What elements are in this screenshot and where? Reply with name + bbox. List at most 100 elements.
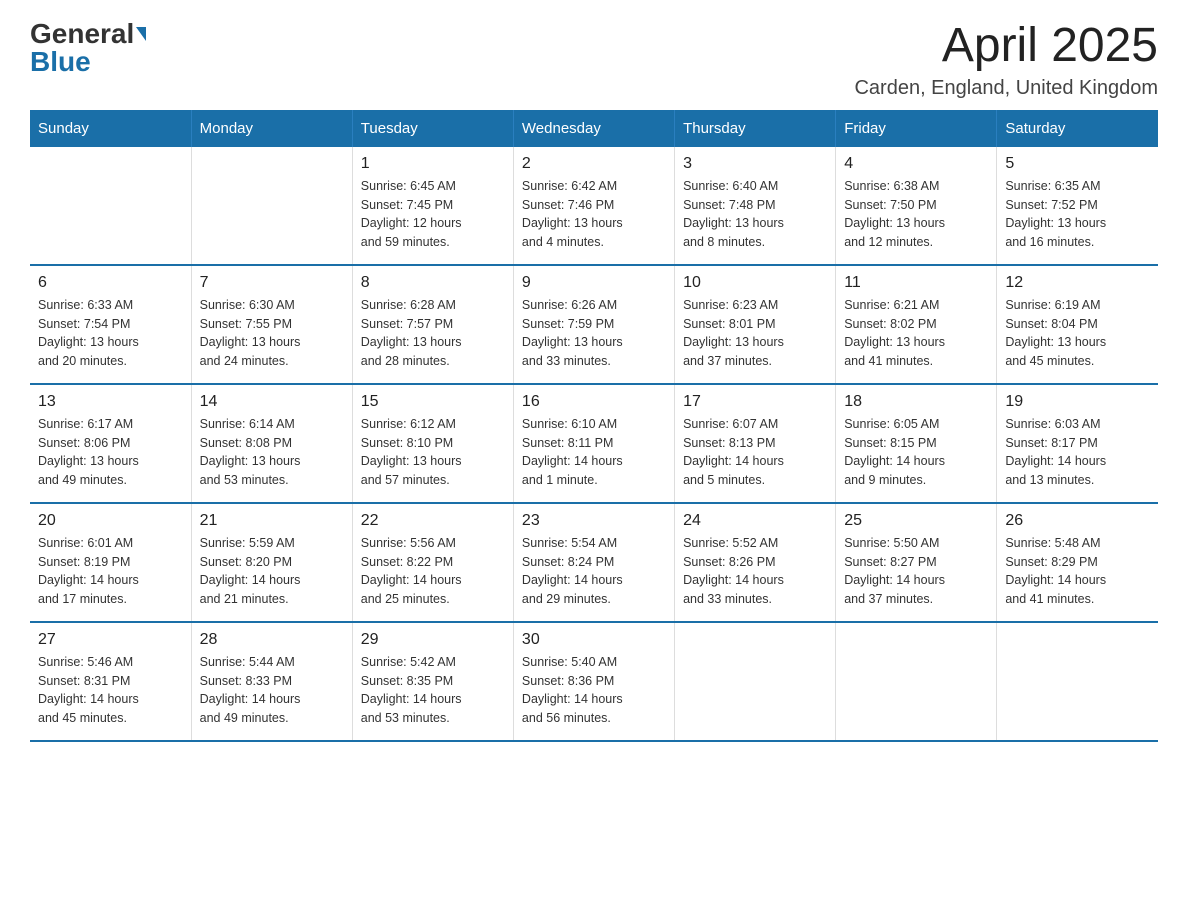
day-number: 7: [200, 274, 344, 292]
calendar-cell: 26 Sunrise: 5:48 AM Sunset: 8:29 PM Dayli…: [997, 503, 1158, 622]
day-number: 12: [1005, 274, 1150, 292]
week-row-3: 13Sunrise: 6:17 AM Sunset: 8:06 PM Dayli…: [30, 384, 1158, 503]
week-row-2: 6 Sunrise: 6:33 AM Sunset: 7:54 PM Daylig…: [30, 265, 1158, 384]
header-friday: Friday: [836, 110, 997, 147]
day-info: Sunrise: 6:19 AM Sunset: 8:04 PM Dayligh…: [1005, 296, 1150, 371]
calendar-cell: 21 Sunrise: 5:59 AM Sunset: 8:20 PM Dayli…: [191, 503, 352, 622]
calendar-cell: 27 Sunrise: 5:46 AM Sunset: 8:31 PM Dayli…: [30, 622, 191, 741]
day-info: Sunrise: 6:17 AM Sunset: 8:06 PM Dayligh…: [38, 415, 183, 490]
day-info: Sunrise: 5:48 AM Sunset: 8:29 PM Dayligh…: [1005, 534, 1150, 609]
day-number: 6: [38, 274, 183, 292]
day-number: 2: [522, 155, 666, 173]
calendar-cell: 13Sunrise: 6:17 AM Sunset: 8:06 PM Dayli…: [30, 384, 191, 503]
day-number: 9: [522, 274, 666, 292]
calendar-cell: 20Sunrise: 6:01 AM Sunset: 8:19 PM Dayli…: [30, 503, 191, 622]
calendar-cell: 8Sunrise: 6:28 AM Sunset: 7:57 PM Daylig…: [352, 265, 513, 384]
day-number: 25: [844, 512, 988, 530]
calendar-cell: 1 Sunrise: 6:45 AM Sunset: 7:45 PM Daylig…: [352, 147, 513, 265]
calendar-cell: [997, 622, 1158, 741]
day-info: Sunrise: 6:30 AM Sunset: 7:55 PM Dayligh…: [200, 296, 344, 371]
calendar-cell: 23 Sunrise: 5:54 AM Sunset: 8:24 PM Dayli…: [513, 503, 674, 622]
calendar-cell: [836, 622, 997, 741]
week-row-4: 20Sunrise: 6:01 AM Sunset: 8:19 PM Dayli…: [30, 503, 1158, 622]
day-number: 8: [361, 274, 505, 292]
day-number: 24: [683, 512, 827, 530]
page-header: General Blue April 2025 Carden, England,…: [30, 20, 1158, 100]
calendar-cell: 3 Sunrise: 6:40 AM Sunset: 7:48 PM Daylig…: [675, 147, 836, 265]
day-number: 19: [1005, 393, 1150, 411]
day-info: Sunrise: 6:45 AM Sunset: 7:45 PM Dayligh…: [361, 177, 505, 252]
day-number: 3: [683, 155, 827, 173]
calendar-cell: 10 Sunrise: 6:23 AM Sunset: 8:01 PM Dayli…: [675, 265, 836, 384]
calendar-cell: 18 Sunrise: 6:05 AM Sunset: 8:15 PM Dayli…: [836, 384, 997, 503]
calendar-cell: 30 Sunrise: 5:40 AM Sunset: 8:36 PM Dayli…: [513, 622, 674, 741]
day-number: 14: [200, 393, 344, 411]
week-row-5: 27 Sunrise: 5:46 AM Sunset: 8:31 PM Dayli…: [30, 622, 1158, 741]
day-number: 29: [361, 631, 505, 649]
day-number: 30: [522, 631, 666, 649]
location-title: Carden, England, United Kingdom: [854, 77, 1158, 100]
header-thursday: Thursday: [675, 110, 836, 147]
day-info: Sunrise: 6:12 AM Sunset: 8:10 PM Dayligh…: [361, 415, 505, 490]
day-number: 26: [1005, 512, 1150, 530]
calendar-cell: 29 Sunrise: 5:42 AM Sunset: 8:35 PM Dayli…: [352, 622, 513, 741]
calendar-table: SundayMondayTuesdayWednesdayThursdayFrid…: [30, 110, 1158, 742]
logo-blue: Blue: [30, 48, 91, 76]
calendar-cell: 28 Sunrise: 5:44 AM Sunset: 8:33 PM Dayli…: [191, 622, 352, 741]
logo-general: General: [30, 20, 134, 48]
day-number: 4: [844, 155, 988, 173]
calendar-cell: [675, 622, 836, 741]
header-wednesday: Wednesday: [513, 110, 674, 147]
day-number: 10: [683, 274, 827, 292]
calendar-cell: 4 Sunrise: 6:38 AM Sunset: 7:50 PM Daylig…: [836, 147, 997, 265]
day-info: Sunrise: 5:44 AM Sunset: 8:33 PM Dayligh…: [200, 653, 344, 728]
calendar-cell: 15Sunrise: 6:12 AM Sunset: 8:10 PM Dayli…: [352, 384, 513, 503]
calendar-cell: 9Sunrise: 6:26 AM Sunset: 7:59 PM Daylig…: [513, 265, 674, 384]
calendar-cell: [191, 147, 352, 265]
logo: General Blue: [30, 20, 146, 76]
calendar-cell: 25 Sunrise: 5:50 AM Sunset: 8:27 PM Dayli…: [836, 503, 997, 622]
day-number: 16: [522, 393, 666, 411]
day-info: Sunrise: 6:14 AM Sunset: 8:08 PM Dayligh…: [200, 415, 344, 490]
day-info: Sunrise: 6:40 AM Sunset: 7:48 PM Dayligh…: [683, 177, 827, 252]
calendar-cell: 17Sunrise: 6:07 AM Sunset: 8:13 PM Dayli…: [675, 384, 836, 503]
calendar-cell: 5Sunrise: 6:35 AM Sunset: 7:52 PM Daylig…: [997, 147, 1158, 265]
day-info: Sunrise: 5:40 AM Sunset: 8:36 PM Dayligh…: [522, 653, 666, 728]
calendar-cell: 6 Sunrise: 6:33 AM Sunset: 7:54 PM Daylig…: [30, 265, 191, 384]
day-info: Sunrise: 5:59 AM Sunset: 8:20 PM Dayligh…: [200, 534, 344, 609]
day-info: Sunrise: 6:33 AM Sunset: 7:54 PM Dayligh…: [38, 296, 183, 371]
header-saturday: Saturday: [997, 110, 1158, 147]
day-info: Sunrise: 5:54 AM Sunset: 8:24 PM Dayligh…: [522, 534, 666, 609]
day-number: 11: [844, 274, 988, 292]
calendar-cell: 12 Sunrise: 6:19 AM Sunset: 8:04 PM Dayli…: [997, 265, 1158, 384]
day-number: 1: [361, 155, 505, 173]
day-info: Sunrise: 5:42 AM Sunset: 8:35 PM Dayligh…: [361, 653, 505, 728]
day-info: Sunrise: 6:42 AM Sunset: 7:46 PM Dayligh…: [522, 177, 666, 252]
header-monday: Monday: [191, 110, 352, 147]
day-number: 21: [200, 512, 344, 530]
day-number: 23: [522, 512, 666, 530]
day-number: 27: [38, 631, 183, 649]
day-info: Sunrise: 6:38 AM Sunset: 7:50 PM Dayligh…: [844, 177, 988, 252]
day-number: 18: [844, 393, 988, 411]
day-info: Sunrise: 6:23 AM Sunset: 8:01 PM Dayligh…: [683, 296, 827, 371]
calendar-cell: 24 Sunrise: 5:52 AM Sunset: 8:26 PM Dayli…: [675, 503, 836, 622]
week-row-1: 1 Sunrise: 6:45 AM Sunset: 7:45 PM Daylig…: [30, 147, 1158, 265]
month-title: April 2025: [854, 20, 1158, 73]
day-info: Sunrise: 5:50 AM Sunset: 8:27 PM Dayligh…: [844, 534, 988, 609]
calendar-header-row: SundayMondayTuesdayWednesdayThursdayFrid…: [30, 110, 1158, 147]
day-info: Sunrise: 6:05 AM Sunset: 8:15 PM Dayligh…: [844, 415, 988, 490]
calendar-cell: 7 Sunrise: 6:30 AM Sunset: 7:55 PM Daylig…: [191, 265, 352, 384]
day-info: Sunrise: 5:52 AM Sunset: 8:26 PM Dayligh…: [683, 534, 827, 609]
day-info: Sunrise: 6:03 AM Sunset: 8:17 PM Dayligh…: [1005, 415, 1150, 490]
header-tuesday: Tuesday: [352, 110, 513, 147]
day-info: Sunrise: 5:56 AM Sunset: 8:22 PM Dayligh…: [361, 534, 505, 609]
logo-arrow-icon: [136, 27, 146, 41]
day-number: 28: [200, 631, 344, 649]
calendar-cell: 19 Sunrise: 6:03 AM Sunset: 8:17 PM Dayli…: [997, 384, 1158, 503]
day-info: Sunrise: 5:46 AM Sunset: 8:31 PM Dayligh…: [38, 653, 183, 728]
day-number: 20: [38, 512, 183, 530]
calendar-cell: 14 Sunrise: 6:14 AM Sunset: 8:08 PM Dayli…: [191, 384, 352, 503]
calendar-cell: 11Sunrise: 6:21 AM Sunset: 8:02 PM Dayli…: [836, 265, 997, 384]
calendar-cell: 16Sunrise: 6:10 AM Sunset: 8:11 PM Dayli…: [513, 384, 674, 503]
